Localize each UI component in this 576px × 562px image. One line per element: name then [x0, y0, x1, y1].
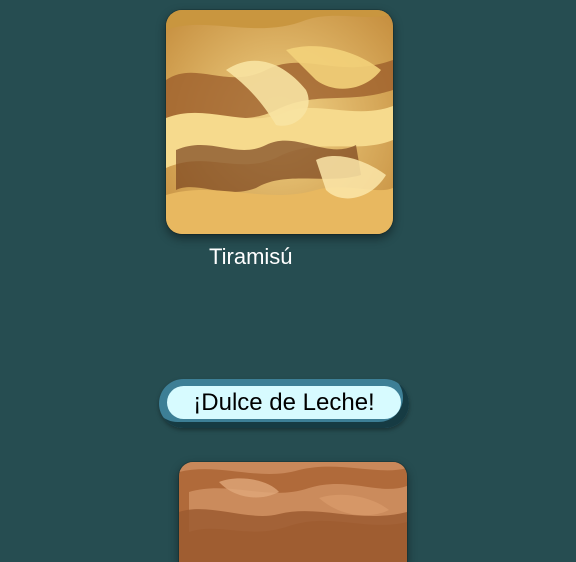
dulce-de-leche-image[interactable] [179, 462, 407, 562]
tiramisu-label: Tiramisú [209, 244, 293, 269]
tiramisu-ice-cream-photo [166, 10, 393, 234]
dulce-de-leche-button[interactable]: ¡Dulce de Leche! [159, 379, 409, 428]
tiramisu-image[interactable] [166, 10, 393, 234]
dulce-de-leche-ice-cream-photo [179, 462, 407, 562]
dulce-de-leche-button-label: ¡Dulce de Leche! [167, 386, 401, 419]
